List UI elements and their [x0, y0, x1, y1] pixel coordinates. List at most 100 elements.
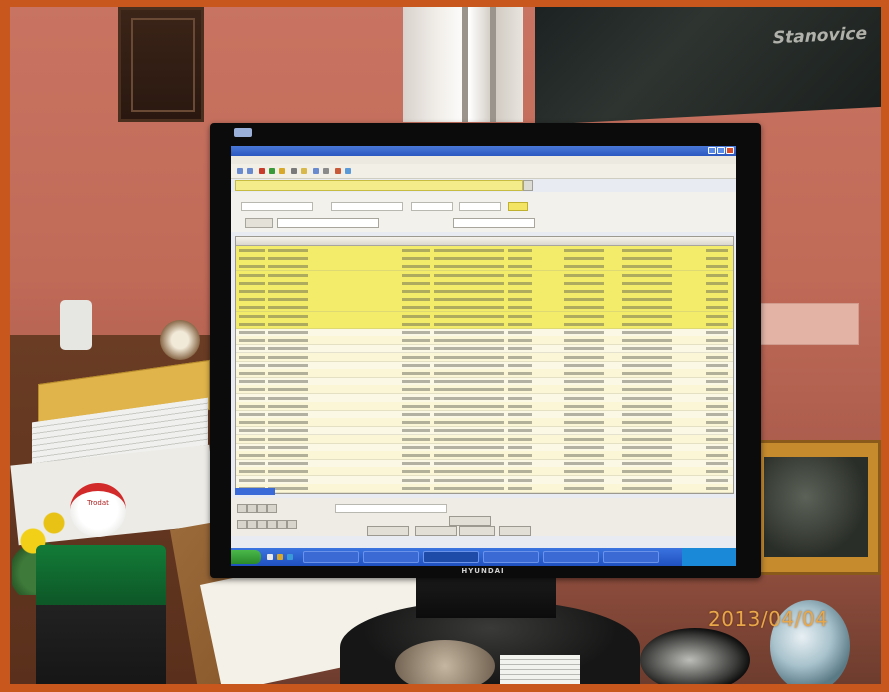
desk-object — [395, 640, 495, 692]
table-row[interactable] — [236, 483, 733, 493]
back-icon[interactable] — [237, 168, 243, 174]
table-cell — [706, 331, 728, 334]
taskbar-item[interactable] — [363, 551, 419, 563]
table-cell — [508, 445, 532, 449]
table-cell — [434, 470, 504, 474]
record-search-field[interactable] — [335, 504, 447, 513]
table-cell — [622, 339, 672, 343]
nav-icon[interactable] — [267, 520, 277, 529]
table-cell — [239, 404, 265, 408]
table-cell — [706, 396, 728, 400]
maximize-button[interactable] — [717, 147, 725, 154]
taskbar-item[interactable] — [603, 551, 659, 563]
nav-button[interactable] — [499, 526, 531, 536]
monitor-brand: HYUNDAI — [461, 567, 505, 575]
table-cell — [239, 478, 265, 482]
nav-button[interactable] — [415, 526, 457, 536]
table-cell — [706, 372, 728, 375]
first-record-icon[interactable] — [237, 504, 247, 513]
minimize-button[interactable] — [708, 147, 716, 154]
table-cell — [622, 363, 672, 367]
quicklaunch-icon[interactable] — [277, 554, 283, 560]
taskbar-item[interactable] — [543, 551, 599, 563]
filter-combo[interactable] — [277, 218, 379, 228]
taskbar-item-active[interactable] — [423, 551, 479, 563]
nav-button[interactable] — [367, 526, 409, 536]
nav-icon[interactable] — [257, 520, 267, 529]
table-cell — [706, 249, 728, 252]
table-cell — [564, 388, 604, 392]
favorites-icon[interactable] — [301, 168, 307, 174]
table-cell — [622, 347, 672, 351]
wall-map-label: Stanovice — [772, 23, 867, 49]
home-icon[interactable] — [279, 168, 285, 174]
table-cell — [706, 322, 728, 326]
tool-icon[interactable] — [335, 168, 341, 174]
wall-clock-face — [131, 18, 195, 112]
table-cell — [268, 470, 308, 474]
table-cell — [268, 462, 308, 466]
filter-field[interactable] — [459, 202, 501, 211]
tool-icon[interactable] — [345, 168, 351, 174]
table-cell — [564, 437, 604, 441]
table-cell — [434, 290, 504, 293]
nav-icon[interactable] — [277, 520, 287, 529]
edit-icon[interactable] — [323, 168, 329, 174]
table-cell — [434, 396, 504, 400]
table-cell — [268, 404, 308, 408]
forward-icon[interactable] — [247, 168, 253, 174]
address-dropdown-icon[interactable] — [523, 180, 533, 191]
system-tray — [682, 548, 736, 566]
last-record-icon[interactable] — [267, 504, 277, 513]
table-cell — [239, 470, 265, 474]
stop-icon[interactable] — [259, 168, 265, 174]
desk-cup — [60, 300, 92, 350]
table-cell — [622, 470, 672, 474]
filter-highlight-field[interactable] — [508, 202, 528, 211]
table-cell — [402, 478, 430, 482]
table-cell — [402, 290, 430, 293]
search-icon[interactable] — [291, 168, 297, 174]
table-cell — [508, 314, 532, 318]
table-cell — [434, 486, 504, 490]
taskbar-item[interactable] — [303, 551, 359, 563]
table-cell — [508, 355, 532, 359]
filter-field[interactable] — [411, 202, 453, 211]
table-cell — [434, 314, 504, 318]
nav-icon[interactable] — [247, 520, 257, 529]
print-icon[interactable] — [313, 168, 319, 174]
close-button[interactable] — [726, 147, 734, 154]
nav-icon[interactable] — [287, 520, 297, 529]
photo-date-stamp: 2013/04/04 — [708, 607, 829, 631]
nav-button[interactable] — [459, 526, 495, 536]
filter-field[interactable] — [331, 202, 403, 211]
filter-field[interactable] — [241, 202, 313, 211]
table-cell — [508, 454, 532, 457]
nav-button[interactable] — [449, 516, 491, 526]
filter-combo[interactable] — [453, 218, 535, 228]
table-cell — [434, 355, 504, 359]
table-cell — [402, 249, 430, 252]
table-cell — [508, 363, 532, 367]
table-cell — [268, 281, 308, 285]
prev-record-icon[interactable] — [247, 504, 257, 513]
table-cell — [564, 470, 604, 474]
refresh-icon[interactable] — [269, 168, 275, 174]
table-cell — [706, 421, 728, 425]
table-cell — [622, 429, 672, 433]
start-button[interactable] — [231, 550, 261, 564]
table-cell — [706, 437, 728, 441]
next-record-icon[interactable] — [257, 504, 267, 513]
stamp-brand: Trodat — [87, 499, 109, 507]
table-cell — [239, 454, 265, 457]
taskbar-item[interactable] — [483, 551, 539, 563]
filter-button[interactable] — [245, 218, 273, 228]
address-bar[interactable] — [235, 180, 523, 191]
nav-icon[interactable] — [237, 520, 247, 529]
quicklaunch-icon[interactable] — [287, 554, 293, 560]
rubber-stamp-top: Trodat — [70, 483, 126, 537]
table-cell — [434, 429, 504, 433]
quicklaunch-icon[interactable] — [267, 554, 273, 560]
selected-cell[interactable] — [235, 488, 275, 495]
table-cell — [508, 249, 532, 252]
